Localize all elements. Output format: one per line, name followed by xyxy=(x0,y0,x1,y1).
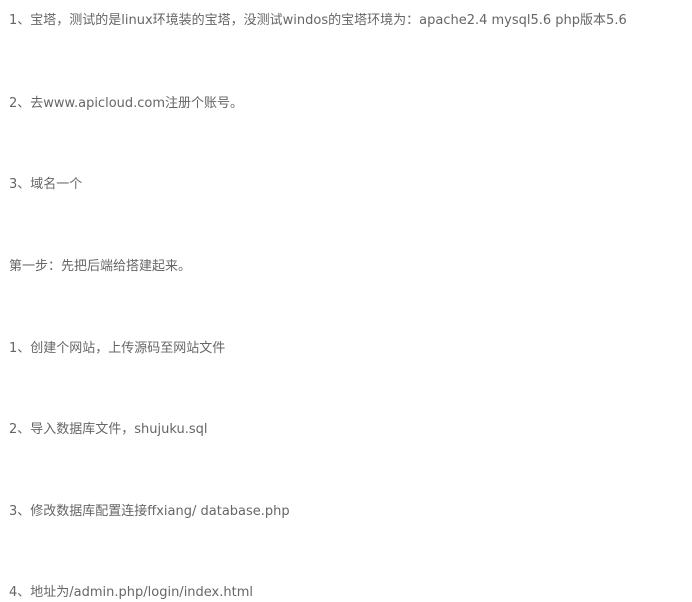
step-item-admin-url: 4、地址为/admin.php/login/index.html xyxy=(9,585,253,600)
requirement-item-baota: 1、宝塔，测试的是linux环境装的宝塔，没测试windos的宝塔环境为：apa… xyxy=(9,13,627,28)
requirement-item-domain: 3、域名一个 xyxy=(9,177,83,192)
step-item-db-config: 3、修改数据库配置连接ffxiang/ database.php xyxy=(9,504,290,519)
step-item-import-db: 2、导入数据库文件，shujuku.sql xyxy=(9,422,208,437)
requirement-item-apicloud: 2、去www.apicloud.com注册个账号。 xyxy=(9,96,244,111)
step-item-create-site: 1、创建个网站，上传源码至网站文件 xyxy=(9,341,226,356)
step-heading: 第一步：先把后端给搭建起来。 xyxy=(9,259,192,274)
